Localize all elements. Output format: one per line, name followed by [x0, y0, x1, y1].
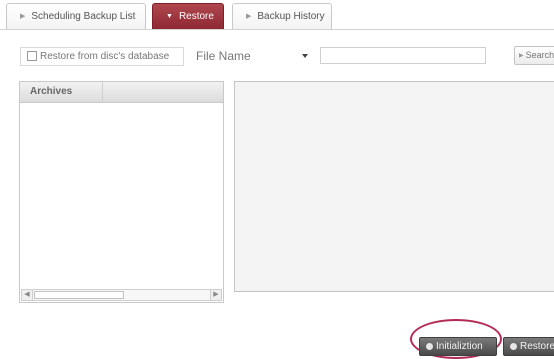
scrollbar-thumb[interactable]	[34, 291, 124, 299]
restore-button[interactable]: Restore	[503, 337, 554, 356]
tab-label: Backup History	[257, 11, 325, 22]
search-input[interactable]	[320, 47, 486, 64]
archives-horizontal-scrollbar[interactable]: ◀ ▶	[21, 289, 222, 301]
archives-column-header[interactable]: Archives	[20, 82, 103, 102]
tab-restore[interactable]: ▼ Restore	[152, 3, 224, 29]
scroll-right-icon[interactable]: ▶	[210, 290, 221, 300]
bullet-icon	[510, 343, 517, 350]
search-field-value: File Name	[196, 49, 251, 63]
archive-content-panel	[234, 81, 554, 292]
restore-from-disc-option[interactable]: Restore from disc's database	[20, 47, 184, 66]
scroll-left-icon[interactable]: ◀	[22, 290, 33, 300]
tab-divider	[0, 29, 554, 30]
search-field-select[interactable]: File Name	[192, 47, 312, 66]
restore-from-disc-checkbox[interactable]	[27, 51, 37, 61]
initialization-button-label: Initializtion	[436, 341, 483, 352]
triangle-right-icon: ▶	[519, 53, 524, 59]
restore-from-disc-label: Restore from disc's database	[40, 51, 170, 62]
triangle-down-icon: ▼	[166, 13, 173, 20]
triangle-right-icon: ▶	[246, 13, 252, 20]
restore-button-label: Restore	[520, 341, 554, 352]
initialization-button[interactable]: Initializtion	[419, 337, 497, 356]
triangle-right-icon: ▶	[20, 13, 26, 20]
bullet-icon	[426, 343, 433, 350]
archives-header: Archives	[20, 82, 223, 103]
tab-bar: ▶ Scheduling Backup List ▼ Restore ▶ Backup…	[0, 0, 554, 30]
tab-label: Restore	[178, 11, 214, 22]
search-button[interactable]: ▶ Search	[514, 46, 554, 65]
search-button-label: Search	[525, 50, 554, 60]
tab-backup-history[interactable]: ▶ Backup History	[232, 3, 332, 29]
archives-panel: Archives ◀ ▶	[19, 81, 224, 303]
chevron-down-icon	[302, 54, 308, 58]
tab-scheduling-backup-list[interactable]: ▶ Scheduling Backup List	[6, 3, 146, 29]
tab-label: Scheduling Backup List	[31, 11, 136, 22]
restore-toolbar: Restore from disc's database File Name ▶…	[0, 43, 554, 71]
